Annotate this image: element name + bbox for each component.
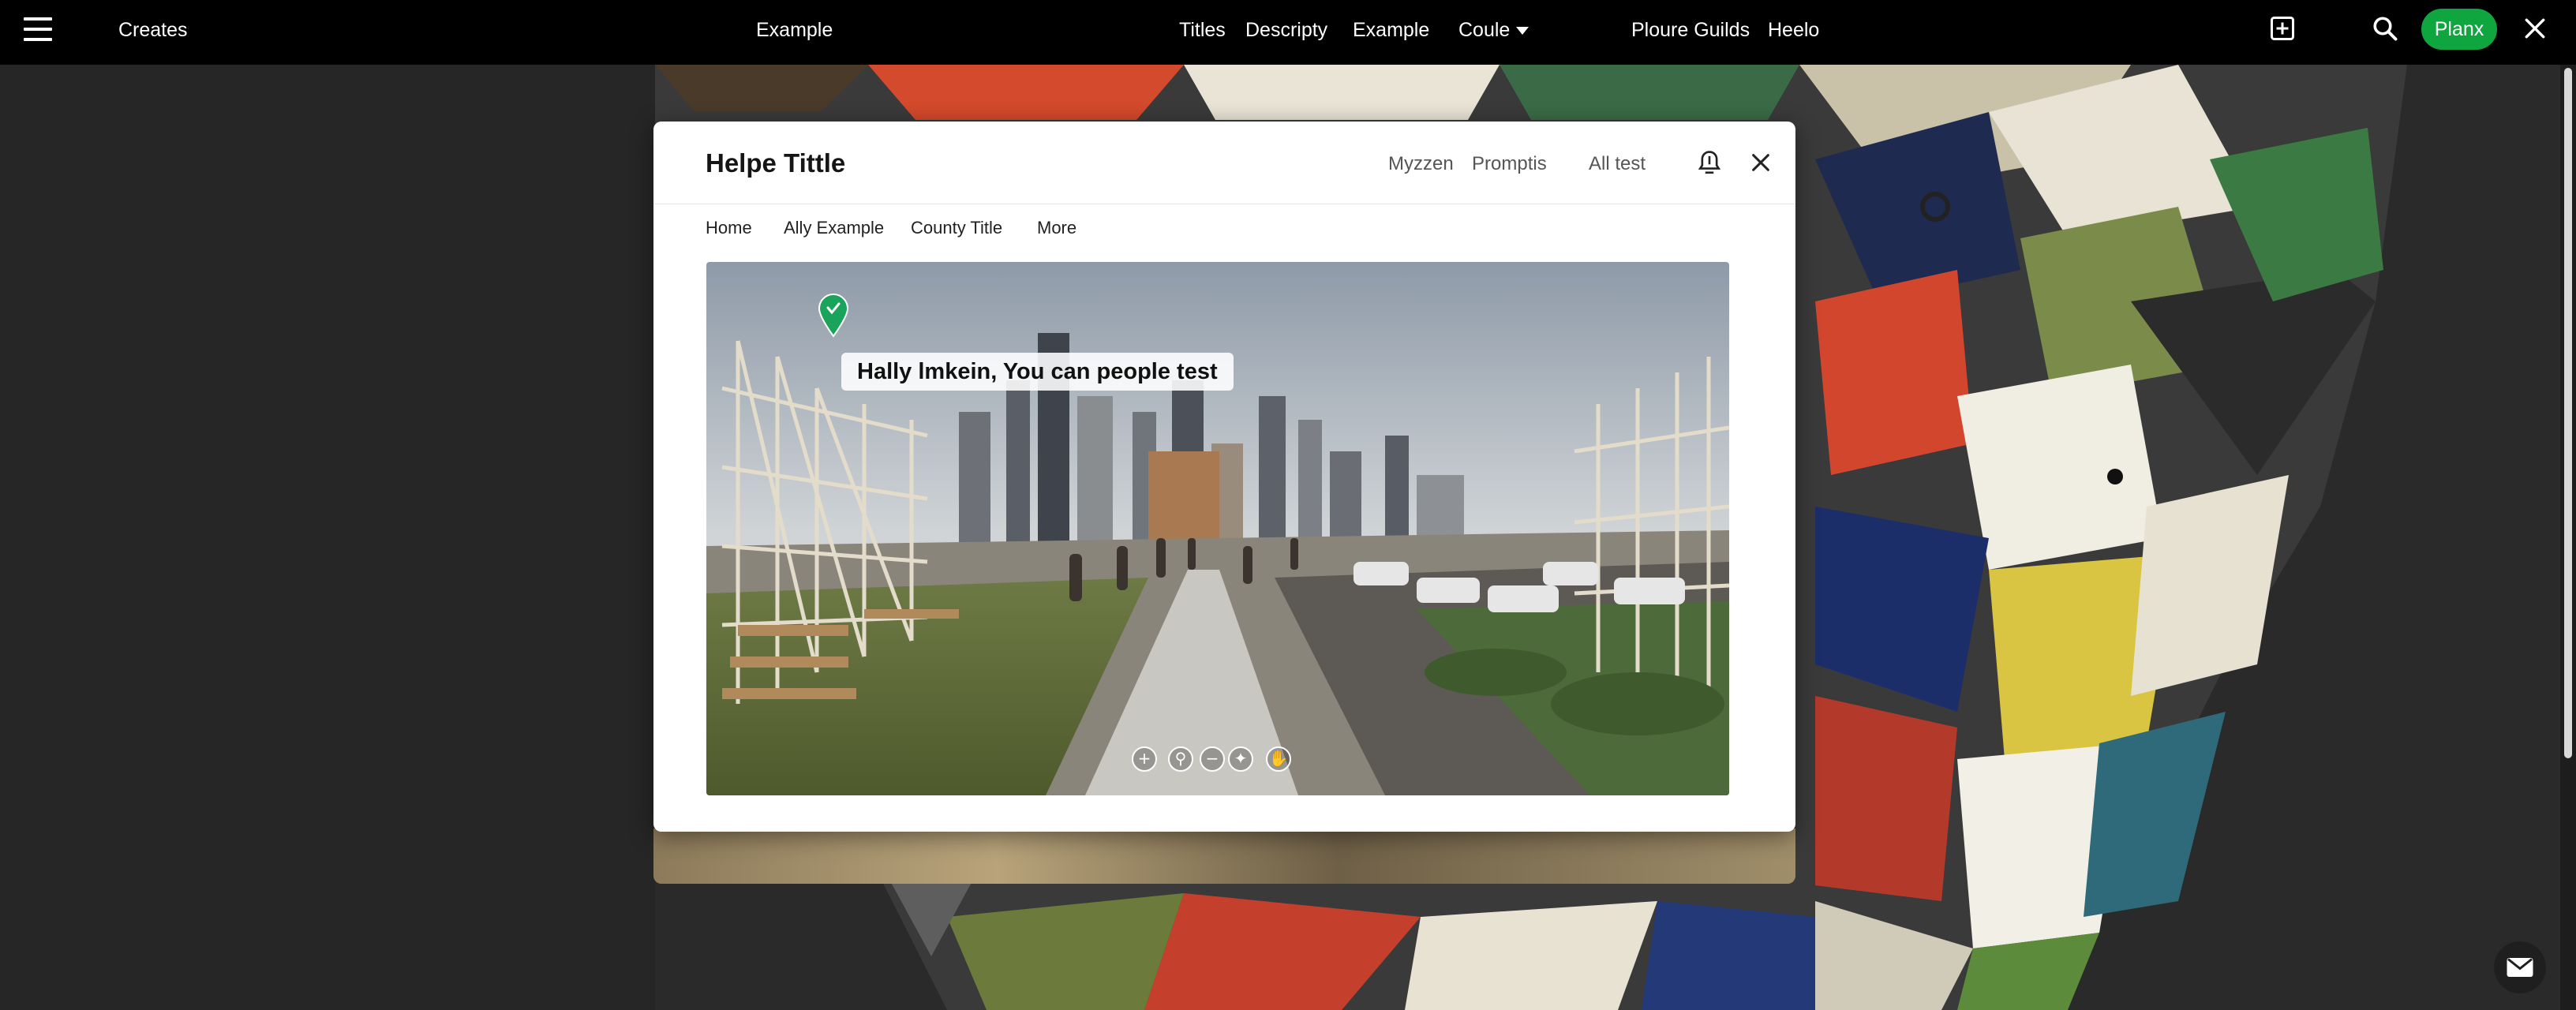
nav-link-example-center[interactable]: Example — [756, 0, 833, 65]
nav-link-ploure-guilds[interactable]: Ploure Guilds — [1631, 0, 1750, 65]
hamburger-menu-icon[interactable] — [24, 17, 52, 41]
photo-caption: Hally lmkein, You can people test — [841, 353, 1234, 391]
top-navigation-bar: Creates Example Titles Descripty Example… — [0, 0, 2576, 65]
bookmark-icon[interactable] — [1697, 150, 1722, 177]
subnav-home[interactable]: Home — [706, 218, 752, 238]
subnav-more[interactable]: More — [1037, 218, 1076, 238]
nav-link-heelo[interactable]: Heelo — [1768, 0, 1819, 65]
add-box-icon[interactable] — [2268, 14, 2297, 43]
help-modal: Helpe Tittle Myzzen Promptis All test Ho… — [653, 122, 1795, 832]
caret-down-icon — [1516, 27, 1530, 36]
rotate-icon[interactable]: ✦ — [1228, 746, 1253, 772]
modal-link-promptis[interactable]: Promptis — [1472, 153, 1547, 175]
zoom-out-icon[interactable]: − — [1200, 746, 1225, 772]
nav-dropdown-coule-label: Coule — [1458, 19, 1511, 41]
chat-button[interactable] — [2494, 941, 2546, 993]
nav-link-descripty[interactable]: Descripty — [1245, 0, 1327, 65]
subnav-county-title[interactable]: County Title — [911, 218, 1002, 238]
chat-message-icon — [2507, 958, 2533, 977]
map-pin-icon[interactable] — [818, 294, 849, 338]
modal-link-all-test[interactable]: All test — [1589, 153, 1646, 175]
search-icon[interactable] — [2371, 14, 2399, 43]
brand-link[interactable]: Creates — [118, 0, 188, 65]
scrollbar-thumb[interactable] — [2564, 68, 2572, 758]
city-street-scene — [706, 262, 1729, 795]
modal-link-myzzen[interactable]: Myzzen — [1388, 153, 1454, 175]
nav-dropdown-coule[interactable]: Coule — [1458, 0, 1530, 65]
zoom-in-icon[interactable]: + — [1132, 746, 1157, 772]
nav-link-example[interactable]: Example — [1353, 0, 1429, 65]
nav-link-titles[interactable]: Titles — [1179, 0, 1226, 65]
street-panorama-photo[interactable] — [706, 262, 1729, 795]
page-scrollbar[interactable] — [2560, 65, 2576, 1010]
hand-icon[interactable]: ✋ — [1266, 746, 1291, 772]
modal-close-icon[interactable] — [1750, 152, 1772, 174]
close-icon[interactable] — [2522, 16, 2548, 41]
modal-title: Helpe Tittle — [706, 148, 846, 178]
search-zoom-icon[interactable]: ⚲ — [1168, 746, 1193, 772]
subnav-ally-example[interactable]: Ally Example — [784, 218, 884, 238]
planx-button[interactable]: Planx — [2421, 9, 2497, 50]
modal-bottom-strip — [653, 829, 1795, 884]
